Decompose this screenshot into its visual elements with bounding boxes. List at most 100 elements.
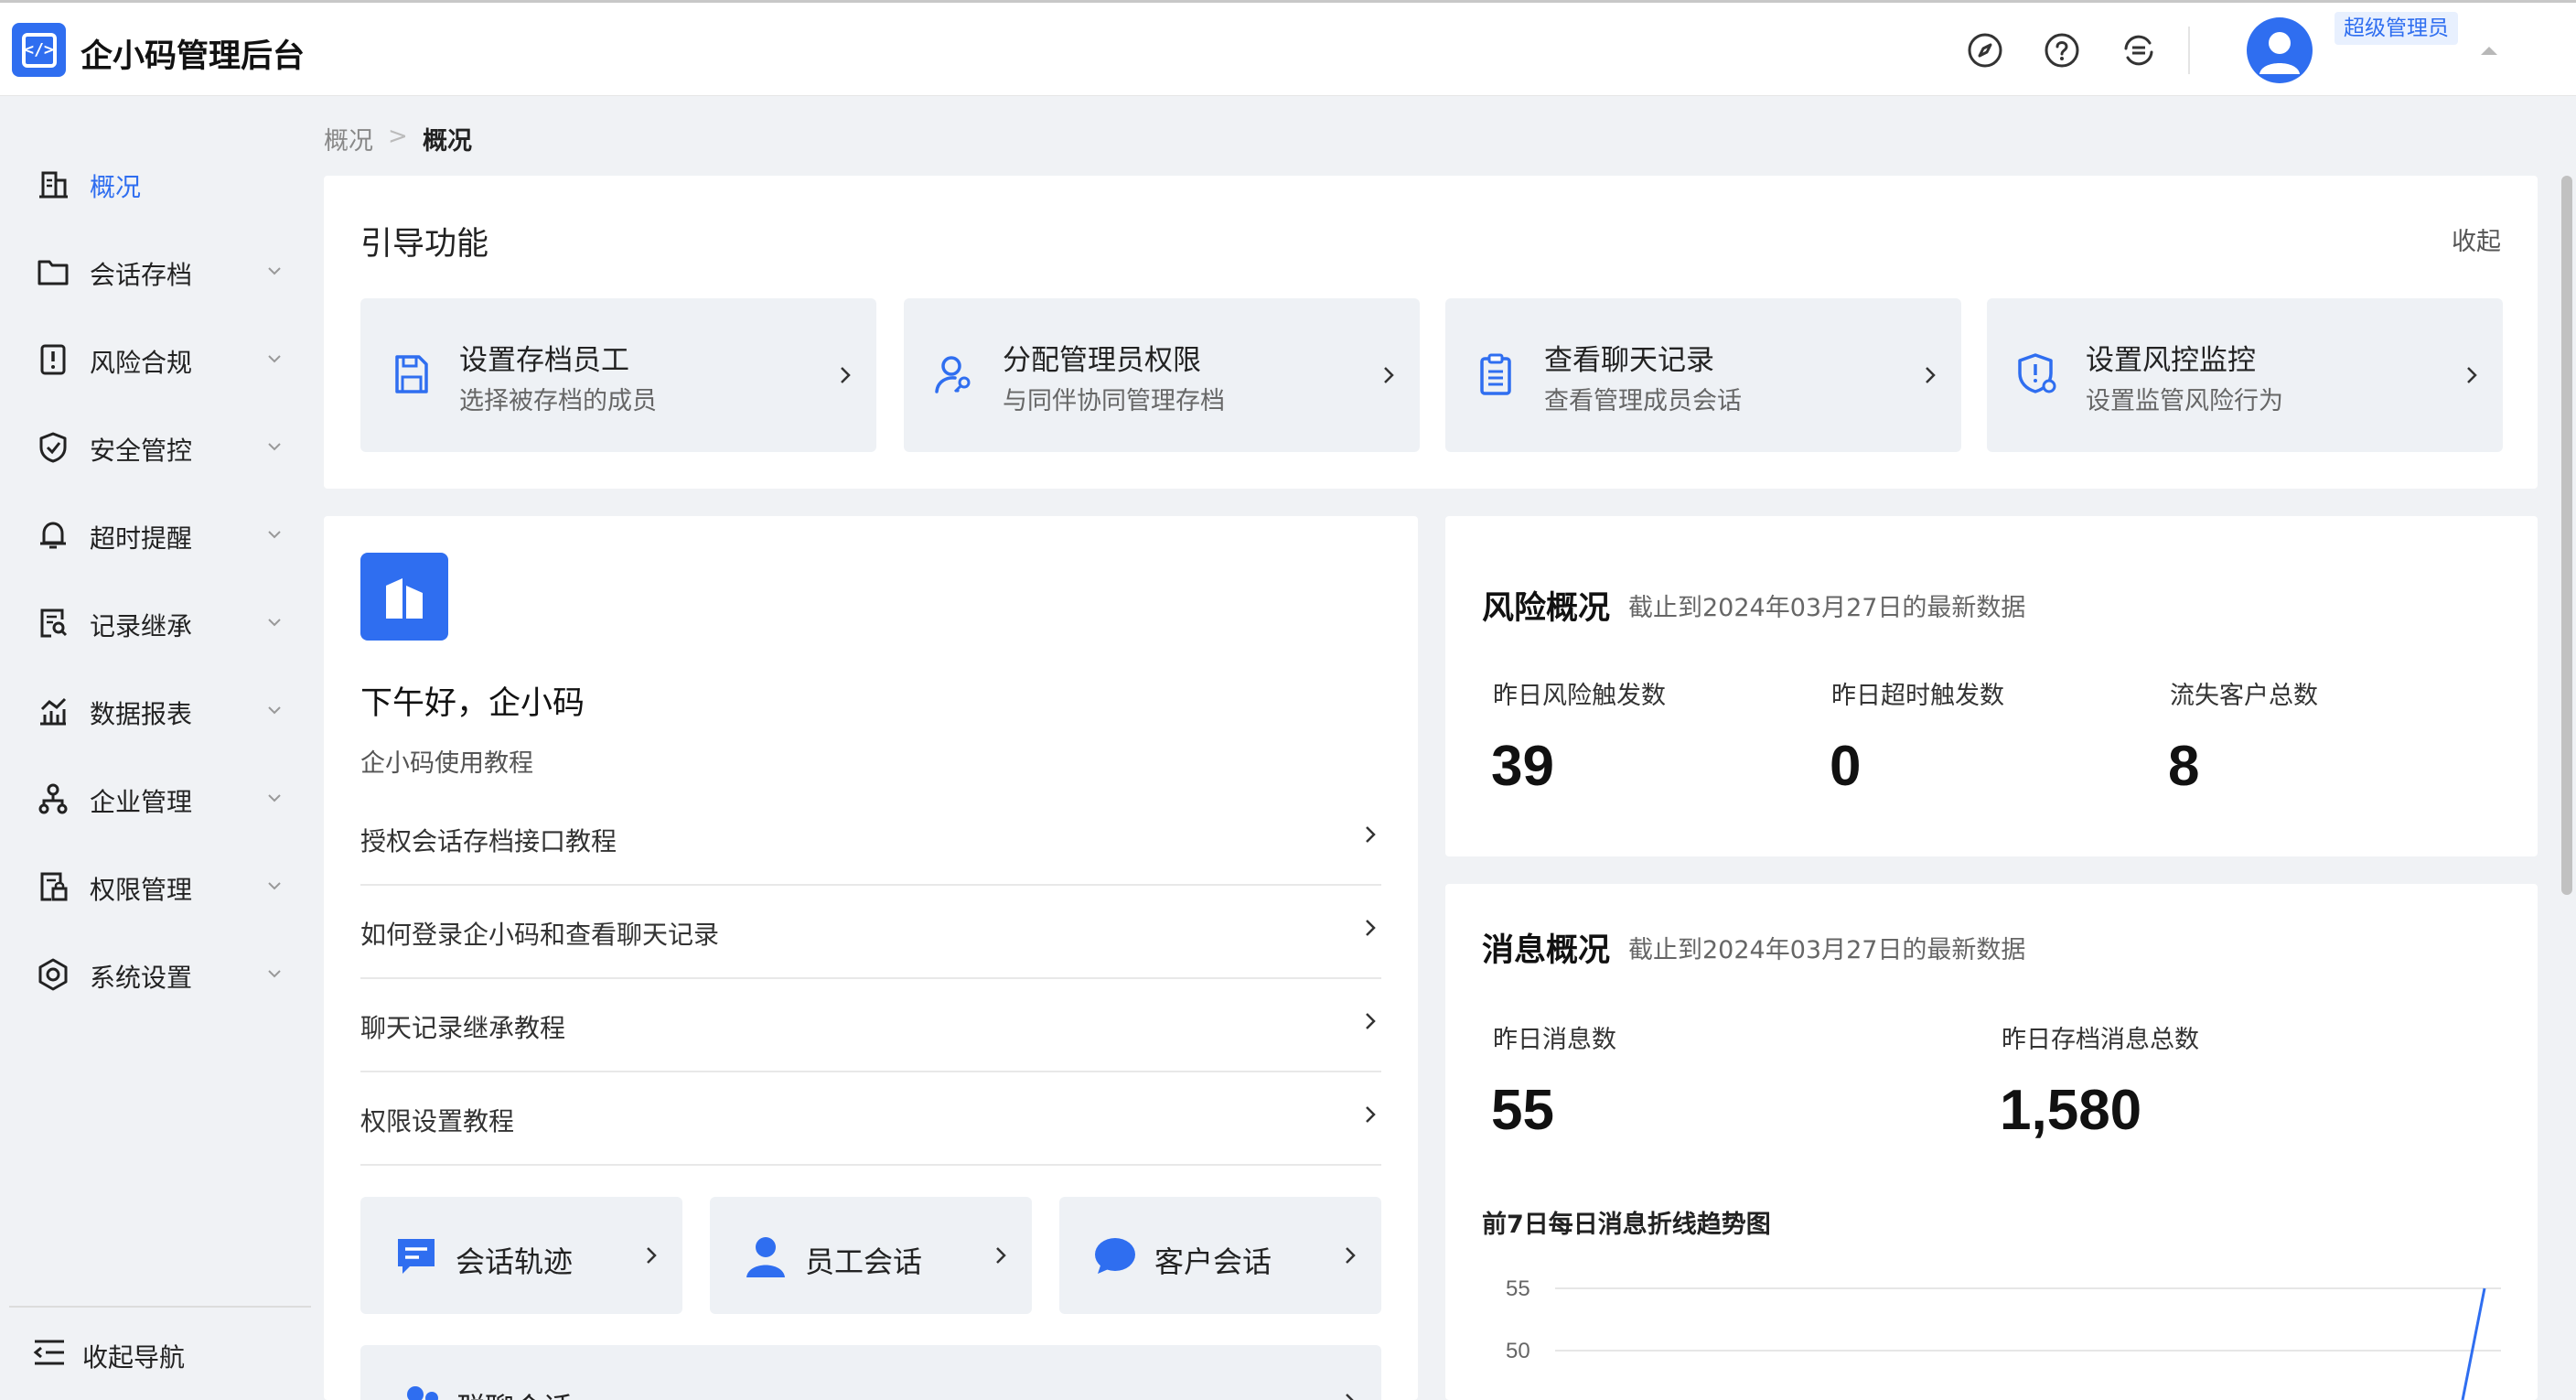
message-title: 消息概况 — [1482, 932, 1611, 969]
stat-label: 昨日存档消息总数 — [2002, 1026, 2199, 1054]
chevron-right-icon — [1346, 1247, 1356, 1264]
sidebar-item-label: 会话存档 — [90, 260, 193, 290]
chevron-down-icon — [268, 619, 281, 627]
tutorial-item-label: 授权会话存档接口教程 — [360, 826, 617, 856]
guide-item-title: 设置存档员工 — [459, 344, 629, 377]
chevron-right-icon — [1366, 826, 1376, 843]
collapse-nav-label: 收起导航 — [82, 1342, 186, 1373]
chevron-right-icon — [1346, 1394, 1354, 1400]
sidebar-item-label: 数据报表 — [90, 699, 193, 729]
sidebar-item-label: 概况 — [90, 172, 142, 202]
quick-staff-session-button[interactable]: 员工会话 — [710, 1197, 1032, 1314]
compass-icon[interactable] — [1967, 32, 2003, 69]
code-icon: </> — [21, 32, 57, 68]
sidebar-divider — [9, 1306, 311, 1308]
sidebar-item-settings[interactable]: 系统设置 — [0, 941, 322, 1005]
guide-title: 引导功能 — [360, 226, 489, 263]
chevron-down-icon — [268, 794, 281, 802]
scrollbar[interactable] — [2561, 176, 2572, 895]
stat-label: 昨日消息数 — [1493, 1026, 1616, 1054]
tutorial-title: 企小码使用教程 — [360, 749, 533, 778]
header-divider — [2188, 27, 2190, 74]
document-search-icon — [40, 608, 68, 638]
sidebar-item-label: 安全管控 — [90, 436, 193, 466]
collapse-nav-button[interactable]: 收起导航 — [0, 1325, 322, 1380]
menu-collapse-icon — [33, 1340, 64, 1365]
sidebar-item-security[interactable]: 安全管控 — [0, 414, 322, 478]
chevron-right-icon — [996, 1247, 1006, 1264]
greeting: 下午好，企小码 — [360, 685, 585, 722]
guide-item-chat-records[interactable]: 查看聊天记录 查看管理成员会话 — [1445, 298, 1961, 452]
chat-track-icon — [398, 1239, 435, 1274]
sidebar-item-risk[interactable]: 风险合规 — [0, 326, 322, 390]
y-tick-label: 55 — [1506, 1276, 1530, 1301]
sidebar-item-reports[interactable]: 数据报表 — [0, 677, 322, 741]
quick-session-track-button[interactable]: 会话轨迹 — [360, 1197, 682, 1314]
guide-item-subtitle: 选择被存档的成员 — [459, 387, 657, 415]
caret-up-icon[interactable] — [2481, 47, 2497, 55]
risk-title: 风险概况 — [1482, 590, 1611, 627]
sidebar-item-archive[interactable]: 会话存档 — [0, 238, 322, 302]
breadcrumb-current: 概况 — [423, 127, 472, 156]
tutorial-item[interactable]: 权限设置教程 — [360, 1072, 1381, 1166]
chevron-right-icon — [1366, 1013, 1376, 1029]
guide-item-archive-staff[interactable]: 设置存档员工 选择被存档的成员 — [360, 298, 876, 452]
message-subtitle: 截止到2024年03月27日的最新数据 — [1628, 936, 2026, 964]
guide-item-title: 查看聊天记录 — [1544, 344, 1714, 377]
folder-icon — [38, 260, 69, 285]
settings-icon — [38, 958, 68, 991]
guide-item-risk-monitor[interactable]: 设置风控监控 设置监管风险行为 — [1987, 298, 2503, 452]
guide-panel: 引导功能 收起 设置存档员工 选择被存档的成员 分配管理员权限 与同伴协同管理存… — [324, 176, 2538, 489]
help-icon[interactable] — [2044, 32, 2080, 69]
clipboard-icon — [1480, 353, 1511, 395]
chevron-right-icon — [2467, 367, 2477, 383]
tutorial-item[interactable]: 聊天记录继承教程 — [360, 979, 1381, 1072]
user-icon — [2259, 32, 2300, 74]
guide-item-subtitle: 设置监管风险行为 — [2086, 387, 2283, 415]
chevron-down-icon — [268, 443, 281, 451]
quick-button-label: 客户会话 — [1154, 1244, 1272, 1279]
guide-item-subtitle: 查看管理成员会话 — [1544, 387, 1742, 415]
shield-check-icon — [39, 432, 67, 463]
chevron-right-icon — [841, 367, 851, 383]
guide-item-title: 设置风控监控 — [2086, 344, 2256, 377]
sidebar-item-overview[interactable]: 概况 — [0, 150, 322, 214]
message-overview-panel: 消息概况 截止到2024年03月27日的最新数据 昨日消息数 55 昨日存档消息… — [1445, 884, 2538, 1400]
quick-button-label: 群聊会话 — [456, 1385, 573, 1400]
sidebar-item-timeout[interactable]: 超时提醒 — [0, 501, 322, 565]
breadcrumb-parent[interactable]: 概况 — [324, 121, 373, 156]
sidebar-item-label: 记录继承 — [90, 611, 193, 641]
app-logo[interactable]: </> — [12, 23, 66, 77]
guide-item-admin-permission[interactable]: 分配管理员权限 与同伴协同管理存档 — [904, 298, 1420, 452]
sidebar-item-inherit[interactable]: 记录继承 — [0, 589, 322, 653]
user-key-icon — [935, 356, 971, 393]
tutorial-item-label: 聊天记录继承教程 — [360, 1013, 566, 1043]
tutorial-item[interactable]: 授权会话存档接口教程 — [360, 792, 1381, 886]
switch-icon[interactable] — [2120, 32, 2157, 69]
quick-customer-session-button[interactable]: 客户会话 — [1059, 1197, 1381, 1314]
stat-value: 0 — [1830, 735, 1862, 798]
guide-collapse-button[interactable]: 收起 — [2452, 221, 2501, 257]
guide-item-subtitle: 与同伴协同管理存档 — [1003, 387, 1225, 415]
trend-chart: 55 50 — [1506, 1276, 2501, 1400]
chevron-down-icon — [268, 267, 281, 275]
trend-chart-title: 前7日每日消息折线趋势图 — [1482, 1211, 1771, 1239]
chart-icon — [40, 697, 67, 726]
alert-icon — [40, 344, 66, 375]
top-bar: </> 企小码管理后台 超级管理员 — [0, 0, 2576, 96]
sidebar-item-permission[interactable]: 权限管理 — [0, 853, 322, 917]
tutorial-item-label: 如何登录企小码和查看聊天记录 — [360, 920, 720, 950]
chevron-down-icon — [268, 355, 281, 363]
risk-overview-panel: 风险概况 截止到2024年03月27日的最新数据 昨日风险触发数 39 昨日超时… — [1445, 516, 2538, 856]
org-icon — [38, 783, 68, 814]
sidebar-item-enterprise[interactable]: 企业管理 — [0, 765, 322, 829]
quick-group-session-button[interactable]: 群聊会话 — [360, 1345, 1381, 1400]
stat-value: 1,580 — [2000, 1079, 2142, 1142]
guide-item-title: 分配管理员权限 — [1003, 344, 1201, 377]
tutorial-item[interactable]: 如何登录企小码和查看聊天记录 — [360, 886, 1381, 979]
chevron-down-icon — [268, 882, 281, 890]
avatar[interactable] — [2247, 17, 2313, 83]
chevron-right-icon — [1366, 1106, 1376, 1123]
building-icon — [39, 171, 68, 199]
role-badge: 超级管理员 — [2334, 12, 2458, 45]
